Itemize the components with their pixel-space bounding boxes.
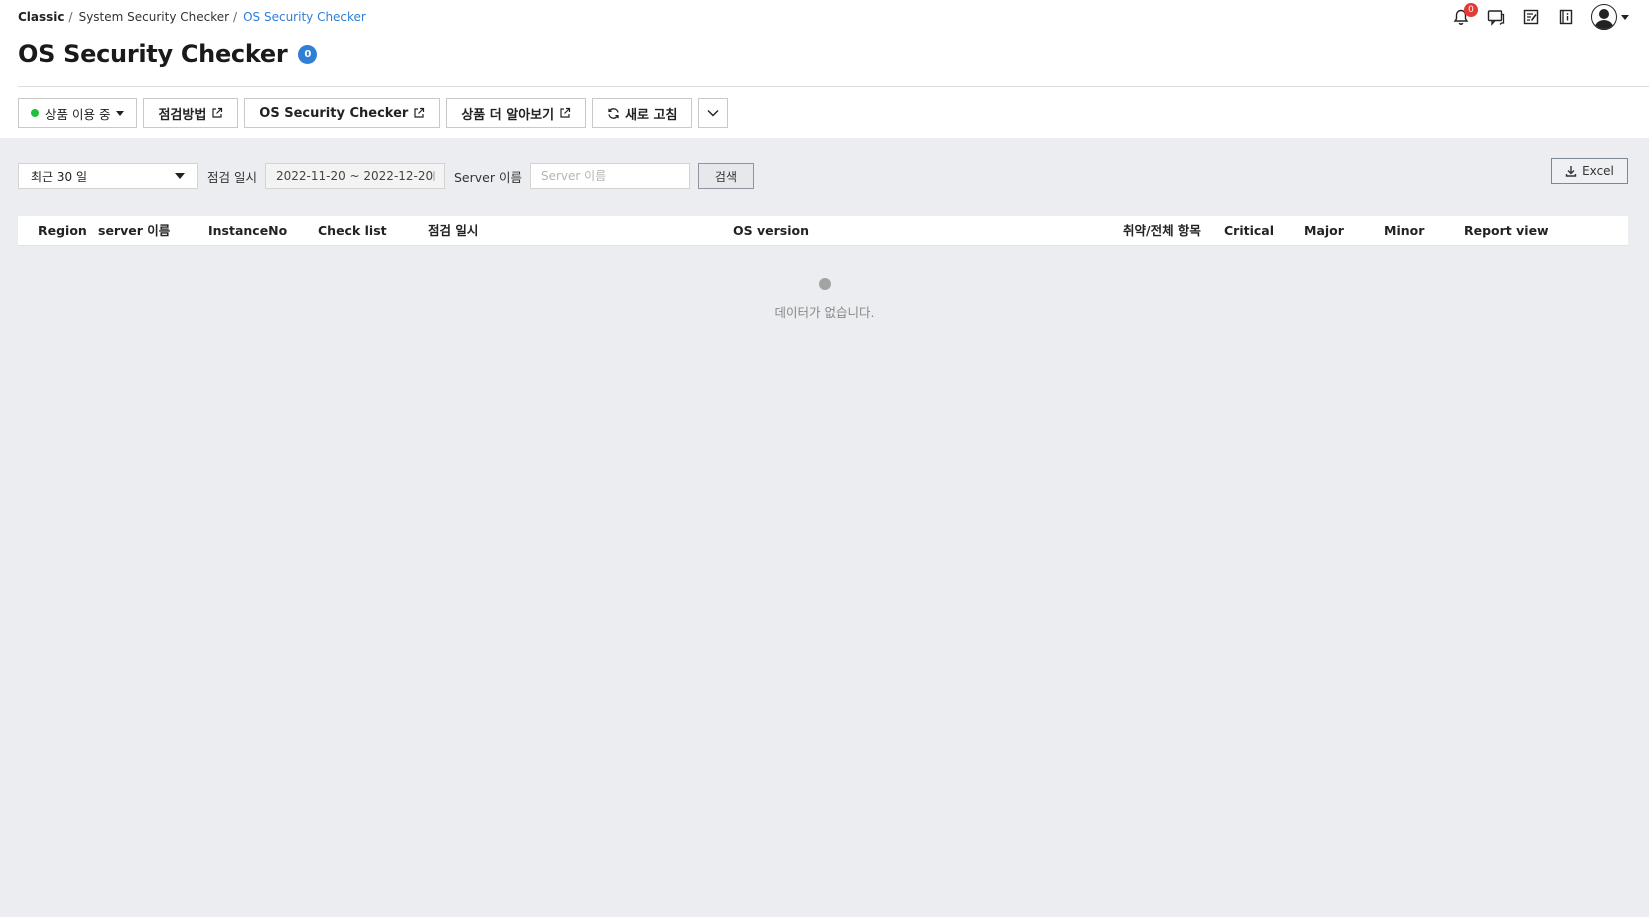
column-header-report-view[interactable]: Report view — [1464, 216, 1549, 246]
column-header-server-name[interactable]: server 이름 — [98, 216, 170, 246]
user-avatar-icon — [1591, 4, 1617, 30]
chevron-down-icon — [707, 106, 719, 121]
results-table-header: Region server 이름 InstanceNo Check list 점… — [18, 216, 1628, 246]
date-range-value: 2022-11-20 ~ 2022-12-20 — [275, 169, 434, 183]
notification-count-badge: 0 — [1464, 3, 1478, 17]
period-select-value: 최근 30 일 — [31, 169, 88, 184]
breadcrumb-item-system-security-checker[interactable]: System Security Checker — [79, 10, 229, 24]
date-range-picker[interactable]: 2022-11-20 ~ 2022-12-20 — [264, 163, 445, 189]
header-icon-bar: 0 — [1437, 3, 1629, 30]
info-book-icon[interactable] — [1555, 6, 1577, 28]
download-icon — [1565, 165, 1577, 177]
server-name-input[interactable] — [529, 163, 690, 189]
breadcrumb-item-classic[interactable]: Classic — [18, 10, 65, 24]
os-security-checker-console-label: OS Security Checker — [259, 105, 409, 121]
caret-down-icon — [175, 173, 185, 179]
more-actions-button[interactable] — [698, 98, 729, 128]
status-label: 상품 이용 중 — [45, 106, 111, 122]
empty-state-message: 데이터가 없습니다. — [774, 305, 875, 320]
inspection-method-button[interactable]: 점검방법 — [143, 98, 239, 128]
column-header-os-version[interactable]: OS version — [733, 216, 809, 246]
learn-more-label: 상품 더 알아보기 — [461, 107, 555, 123]
column-header-vulnerable-total[interactable]: 취약/전체 항목 — [1123, 216, 1201, 246]
empty-state-icon — [818, 278, 831, 290]
column-header-minor[interactable]: Minor — [1384, 216, 1424, 246]
memo-icon[interactable] — [1520, 6, 1542, 28]
os-security-checker-console-button[interactable]: OS Security Checker — [244, 98, 441, 128]
column-header-major[interactable]: Major — [1304, 216, 1344, 246]
external-link-icon — [559, 107, 571, 119]
excel-download-label: Excel — [1582, 164, 1614, 178]
breadcrumb-separator: / — [233, 10, 238, 24]
chat-icon[interactable] — [1485, 6, 1507, 28]
user-menu[interactable] — [1591, 4, 1629, 30]
title-count-badge: 0 — [298, 44, 318, 64]
product-status-dropdown[interactable]: 상품 이용 중 — [18, 98, 138, 128]
refresh-icon — [607, 107, 620, 120]
learn-more-button[interactable]: 상품 더 알아보기 — [446, 98, 587, 128]
filter-bar: 최근 30 일 점검 일시 2022-11-20 ~ 2022-12-20 Se… — [18, 163, 754, 189]
period-select[interactable]: 최근 30 일 — [18, 163, 198, 189]
action-toolbar: 상품 이용 중 점검방법 OS Security Checker 상품 더 알아… — [18, 98, 734, 128]
external-link-icon — [413, 107, 425, 119]
breadcrumb-item-current[interactable]: OS Security Checker — [243, 10, 366, 24]
inspection-date-label: 점검 일시 — [207, 169, 257, 185]
page-title: OS Security Checker — [18, 40, 288, 68]
server-name-label: Server 이름 — [453, 169, 522, 185]
breadcrumb-separator: / — [68, 10, 73, 24]
external-link-icon — [211, 107, 223, 119]
chevron-down-icon — [1621, 14, 1629, 20]
status-dot-icon — [31, 109, 39, 117]
caret-down-icon — [116, 110, 125, 116]
empty-state: 데이터가 없습니다. — [0, 278, 1649, 321]
header-divider — [18, 86, 1649, 87]
excel-download-button[interactable]: Excel — [1551, 158, 1628, 184]
refresh-button[interactable]: 새로 고침 — [592, 98, 693, 128]
page-title-row: OS Security Checker 0 — [18, 40, 318, 68]
bell-icon[interactable]: 0 — [1450, 3, 1478, 28]
page-header-area: Classic / System Security Checker / OS S… — [0, 0, 1649, 138]
column-header-region[interactable]: Region — [38, 216, 87, 246]
calendar-icon — [433, 171, 435, 181]
refresh-label: 새로 고침 — [625, 107, 678, 123]
search-button[interactable]: 검색 — [697, 163, 754, 189]
column-header-inspection-date[interactable]: 점검 일시 — [428, 216, 478, 246]
column-header-check-list[interactable]: Check list — [318, 216, 387, 246]
inspection-method-label: 점검방법 — [158, 107, 207, 123]
column-header-critical[interactable]: Critical — [1224, 216, 1274, 246]
breadcrumb: Classic / System Security Checker / OS S… — [18, 10, 366, 24]
column-header-instance-no[interactable]: InstanceNo — [208, 216, 287, 246]
